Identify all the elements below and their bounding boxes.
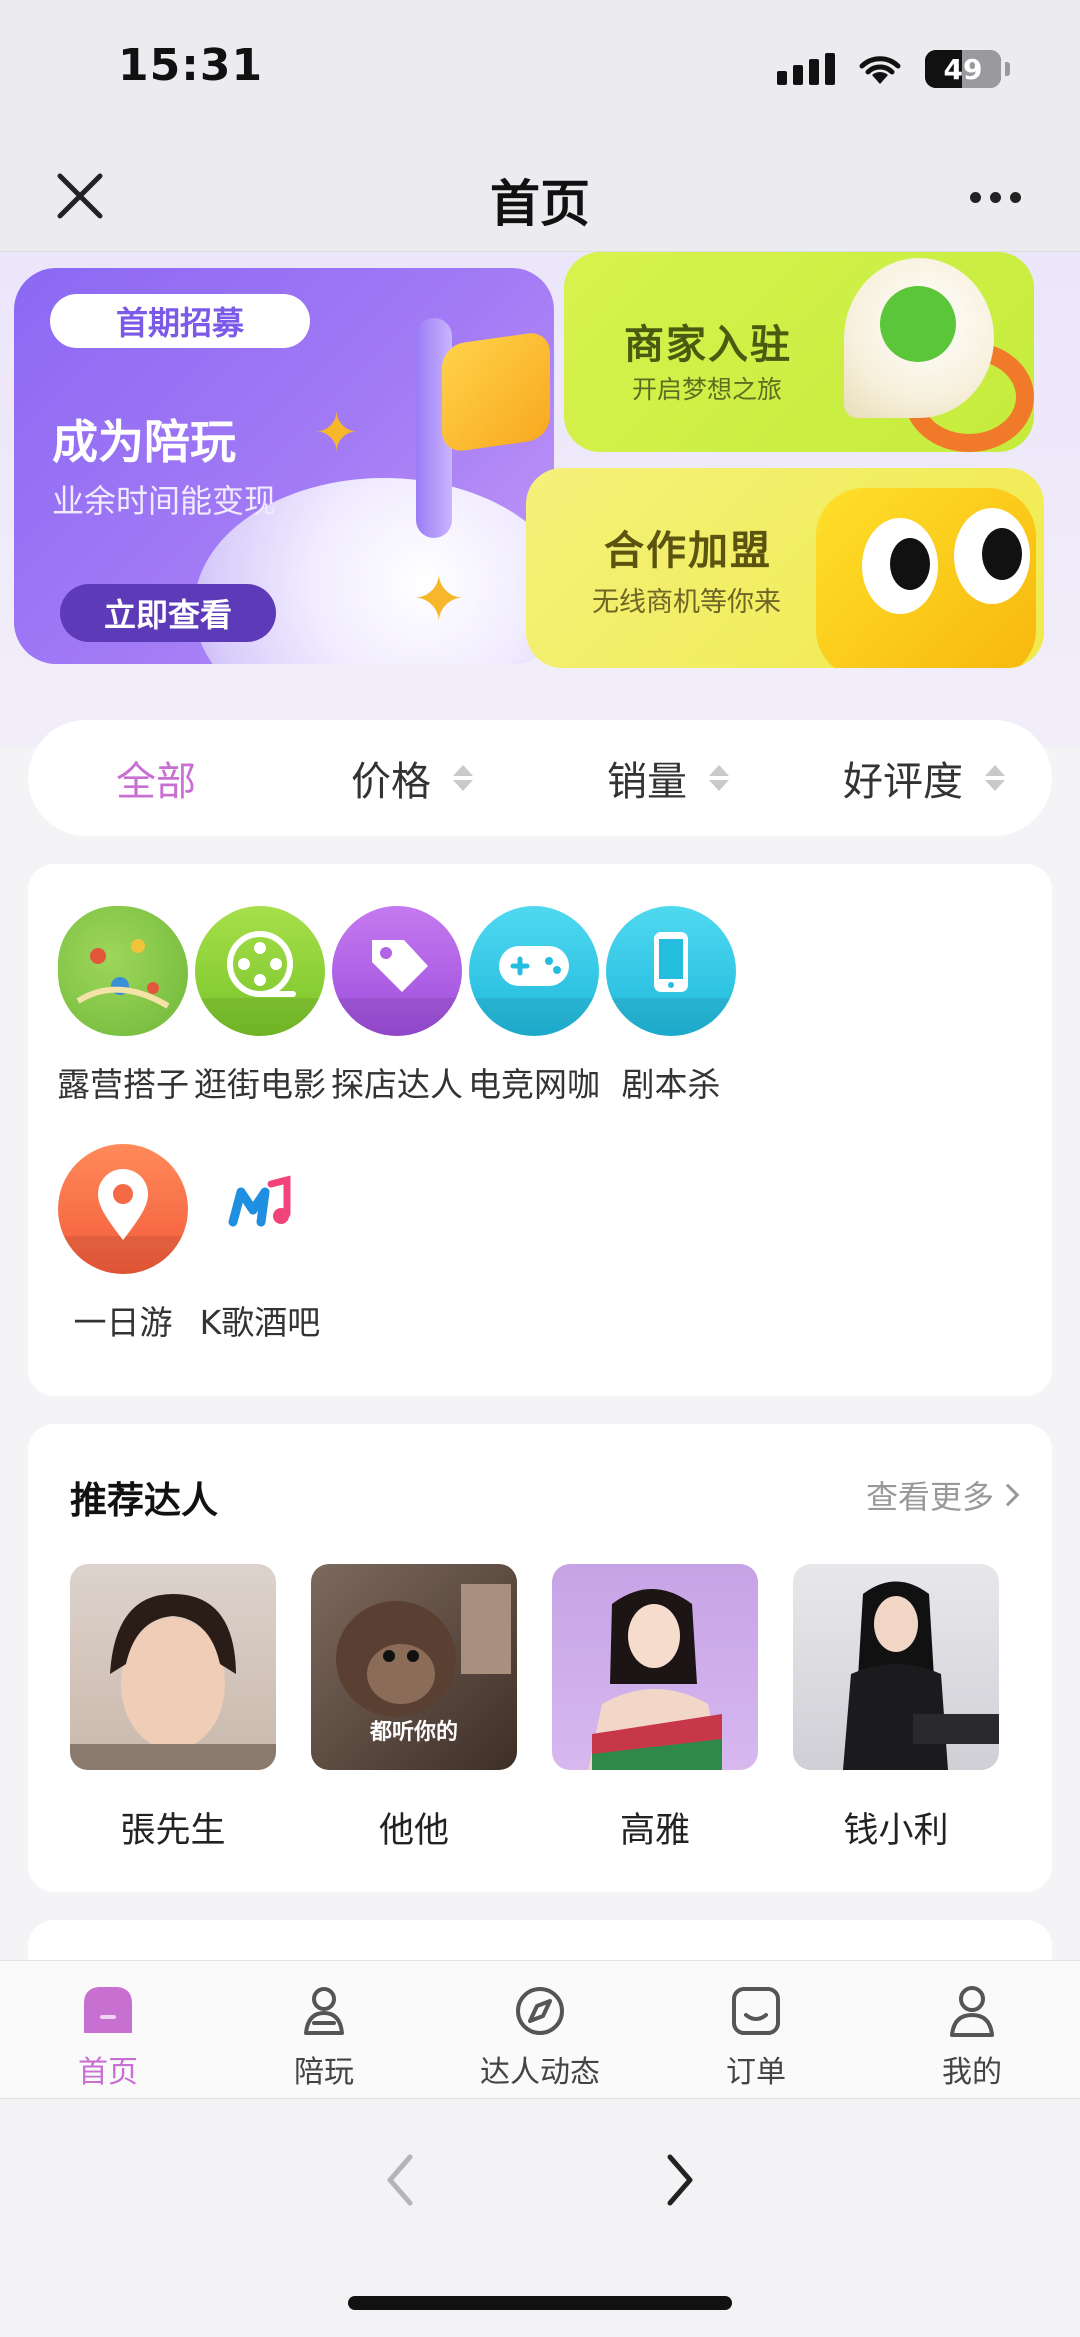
star-icon: ✦ xyxy=(314,401,360,464)
tab-label: 达人动态 xyxy=(480,2055,600,2090)
mascot-illustration xyxy=(816,488,1036,668)
talent-card[interactable]: 張先生 xyxy=(70,1564,276,1853)
star-icon: ✦ xyxy=(412,563,466,637)
franchise-subtitle: 无线商机等你来 xyxy=(592,587,781,618)
tab-home[interactable]: 首页 xyxy=(0,1961,216,2098)
cellular-signal-icon xyxy=(777,53,835,85)
more-icon[interactable] xyxy=(970,172,1030,222)
chevron-right-icon xyxy=(996,1483,1020,1507)
home-indicator xyxy=(348,2296,732,2310)
filter-label: 销量 xyxy=(607,759,687,805)
view-more-link[interactable]: 查看更多 xyxy=(865,1472,1020,1518)
filter-label: 价格 xyxy=(351,759,431,805)
phone-icon xyxy=(606,906,736,1036)
sort-filter-bar: 全部 价格 销量 好评度 xyxy=(28,720,1052,836)
tab-label: 订单 xyxy=(726,2055,786,2090)
filter-sales[interactable]: 销量 xyxy=(540,749,796,807)
user-icon xyxy=(950,1986,994,2037)
recruit-tag: 首期招募 xyxy=(50,294,310,348)
merchant-title: 商家入驻 xyxy=(624,322,792,368)
location-pin-icon xyxy=(58,1144,188,1274)
battery-cap xyxy=(1005,62,1010,76)
compass-icon xyxy=(516,1987,564,2035)
tab-mine[interactable]: 我的 xyxy=(864,1961,1080,2098)
category-grid: 露营搭子 逛街电影 探店达人 电竞网咖 剧本杀 一日游 K歌酒吧 xyxy=(28,864,1052,1396)
talent-name: 張先生 xyxy=(120,1811,226,1851)
status-icons: 49 xyxy=(777,50,1010,88)
tab-companion[interactable]: 陪玩 xyxy=(216,1961,432,2098)
category-label: 剧本杀 xyxy=(621,1065,721,1104)
talent-card[interactable]: 高雅 xyxy=(552,1564,758,1853)
talent-card[interactable]: 都听你的 他他 xyxy=(311,1564,517,1853)
sort-icon xyxy=(985,765,1005,791)
nav-bar: 首页 xyxy=(0,140,1080,252)
battery-icon: 49 xyxy=(925,50,1001,88)
back-arrow-icon[interactable] xyxy=(380,2145,420,2215)
merchant-subtitle: 开启梦想之旅 xyxy=(632,375,783,404)
merchant-join-card[interactable]: 商家入驻 开启梦想之旅 xyxy=(564,252,1034,452)
franchise-card[interactable]: 合作加盟 无线商机等你来 xyxy=(526,468,1044,668)
tab-label: 首页 xyxy=(78,2055,138,2090)
camping-map-icon xyxy=(58,906,188,1036)
filter-price[interactable]: 价格 xyxy=(284,749,540,807)
talent-photo xyxy=(793,1564,999,1770)
talent-photo: 都听你的 xyxy=(311,1564,517,1770)
talent-name: 钱小利 xyxy=(843,1811,949,1851)
flag-illustration xyxy=(442,330,550,454)
promo-banner: ✦ ✦ 首期招募 成为陪玩 业余时间能变现 立即查看 商家入驻 开启梦想之旅 合… xyxy=(0,252,1080,747)
category-script-game[interactable]: 剧本杀 xyxy=(586,906,756,1106)
forward-arrow-icon[interactable] xyxy=(660,2145,700,2215)
view-now-button[interactable]: 立即查看 xyxy=(60,584,276,642)
talent-photo xyxy=(70,1564,276,1770)
section-title: 推荐达人 xyxy=(70,1479,218,1522)
talent-card[interactable]: 钱小利 xyxy=(793,1564,999,1853)
category-label: K歌酒吧 xyxy=(199,1303,321,1342)
filter-rating[interactable]: 好评度 xyxy=(796,749,1052,807)
wifi-icon xyxy=(859,56,901,84)
filter-label: 好评度 xyxy=(843,759,963,805)
pin-dot-illustration xyxy=(880,286,956,362)
battery-level: 49 xyxy=(943,52,983,86)
film-reel-icon xyxy=(195,906,325,1036)
franchise-title: 合作加盟 xyxy=(604,528,772,574)
tab-label: 我的 xyxy=(942,2055,1002,2090)
status-time: 15:31 xyxy=(118,40,264,91)
status-bar: 15:31 49 xyxy=(0,0,1080,140)
sort-icon xyxy=(453,765,473,791)
tab-label: 陪玩 xyxy=(294,2055,354,2090)
home-icon xyxy=(84,1987,132,2033)
talent-photo xyxy=(552,1564,758,1770)
photo-caption: 都听你的 xyxy=(369,1720,458,1745)
page-title: 首页 xyxy=(490,175,590,233)
recruit-title: 成为陪玩 xyxy=(52,415,236,469)
tab-talent-feed[interactable]: 达人动态 xyxy=(432,1961,648,2098)
tag-icon xyxy=(332,906,462,1036)
recruit-card[interactable]: ✦ ✦ 首期招募 成为陪玩 业余时间能变现 立即查看 xyxy=(14,268,554,664)
category-karaoke-bar[interactable]: K歌酒吧 xyxy=(175,1144,345,1344)
talent-name: 高雅 xyxy=(619,1811,690,1851)
order-icon xyxy=(732,1987,780,2035)
recommended-talents: 推荐达人 查看更多 張先生 都听你的 他他 高雅 钱小利 xyxy=(28,1424,1052,1892)
music-note-icon xyxy=(195,1144,325,1274)
tab-orders[interactable]: 订单 xyxy=(648,1961,864,2098)
filter-label: 全部 xyxy=(116,759,196,805)
bottom-tab-bar: 首页 陪玩 达人动态 订单 我的 xyxy=(0,1960,1080,2098)
gamepad-icon xyxy=(469,906,599,1036)
filter-all[interactable]: 全部 xyxy=(28,749,284,807)
sort-icon xyxy=(709,765,729,791)
companion-icon xyxy=(304,1987,344,2035)
recruit-subtitle: 业余时间能变现 xyxy=(52,482,277,520)
view-more-label: 查看更多 xyxy=(865,1478,994,1516)
talent-name: 他他 xyxy=(378,1811,449,1851)
